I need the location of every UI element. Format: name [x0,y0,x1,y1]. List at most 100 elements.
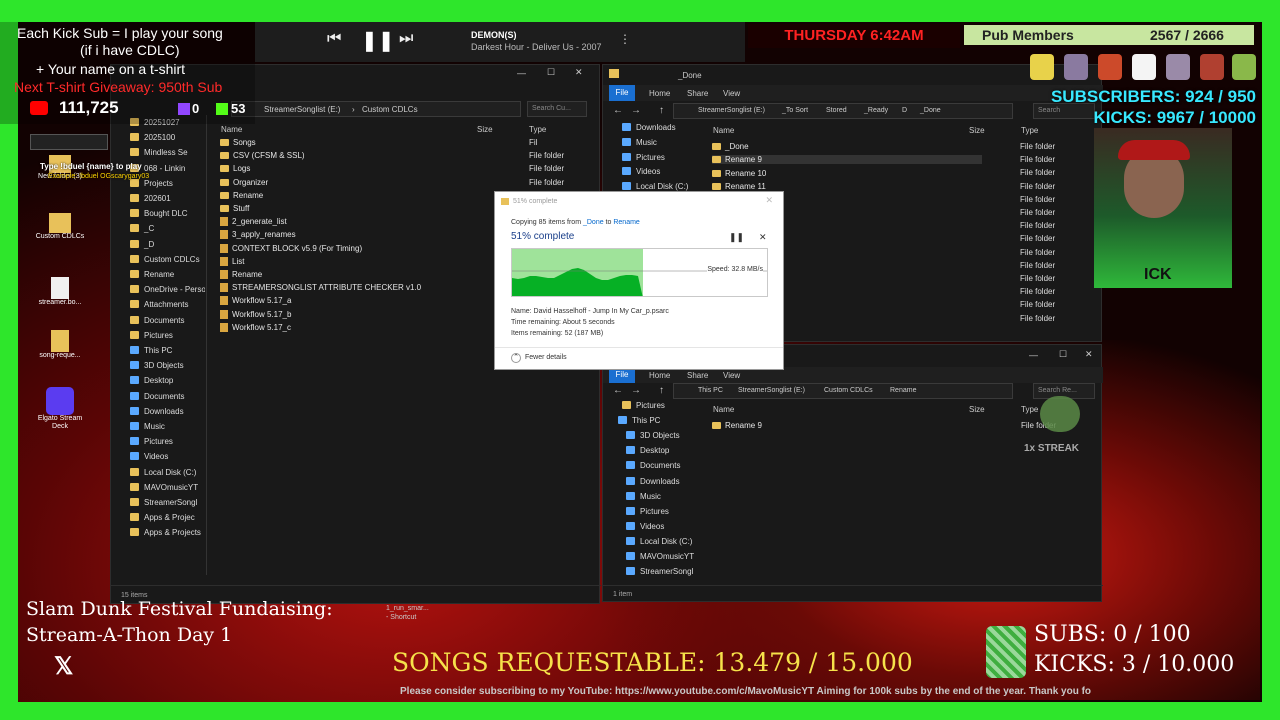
pause-icon[interactable]: ❚❚ [361,28,395,53]
table-row[interactable]: Rename [220,191,263,200]
nav-item[interactable]: Downloads [626,476,680,486]
table-row[interactable]: Songs [220,138,256,147]
nav-item[interactable]: Pictures [622,401,665,410]
ribbon-tab-view[interactable]: View [723,371,740,380]
ribbon-tab-view[interactable]: View [723,89,740,98]
pause-icon[interactable]: ❚❚ [729,232,744,243]
maximize-icon[interactable]: ☐ [1059,349,1067,360]
nav-item[interactable]: MAVOmusicYT [626,552,694,561]
nav-item[interactable]: _C [130,224,154,233]
nav-item[interactable]: Videos [626,521,664,531]
ribbon-tab-file[interactable]: File [609,85,635,101]
breadcrumb-done[interactable]: _Done [920,107,941,114]
table-row[interactable]: Rename 10 [712,169,766,178]
column-header-size[interactable]: Size [969,126,985,135]
nav-item[interactable]: StreamerSongl [130,498,197,507]
breadcrumb-rename[interactable]: Rename [890,387,916,394]
destination-folder-link[interactable]: Rename [613,219,639,226]
table-row[interactable]: STREAMERSONGLIST ATTRIBUTE CHECKER v1.0 [220,283,421,293]
breadcrumb-custom-cdlcs[interactable]: Custom CDLCs [824,387,873,394]
breadcrumb-drive[interactable]: StreamerSonglist (E:) [698,107,765,114]
nav-item[interactable]: _D [130,239,154,249]
nav-item[interactable]: Videos [130,452,168,461]
back-arrow-icon[interactable]: ← [613,385,623,396]
ribbon-tab-home[interactable]: Home [649,371,670,380]
nav-item[interactable]: Apps & Projec [130,513,195,522]
table-row[interactable]: CONTEXT BLOCK v5.9 (For Timing) [220,243,362,253]
table-row[interactable]: Workflow 5.17_a [220,296,291,306]
nav-item[interactable]: Mindless Se [130,148,188,157]
copy-progress-dialog[interactable]: 51% complete ✕ Copying 85 items from _Do… [494,191,784,370]
nav-item[interactable]: Videos [622,167,660,176]
fewer-details-button[interactable]: ⌃ Fewer details [511,353,567,363]
table-row[interactable]: Logs [220,164,250,173]
breadcrumb-to-sort[interactable]: _To Sort [782,107,808,114]
more-options-icon[interactable]: ⋮ [619,32,631,46]
column-header-type[interactable]: Type [1021,405,1038,414]
back-arrow-icon[interactable]: ← [613,105,623,116]
column-header-type[interactable]: Type [1021,126,1038,135]
nav-item[interactable]: Pictures [130,437,173,446]
table-row[interactable]: Workflow 5.17_c [220,322,291,332]
table-row[interactable]: 2_generate_list [220,217,287,227]
nav-item[interactable]: Music [622,137,657,147]
nav-item[interactable]: Attachments [130,300,188,309]
nav-item[interactable]: Downloads [130,406,184,416]
table-row[interactable]: Stuff [220,204,249,213]
nav-item[interactable]: Documents [626,461,680,470]
breadcrumb-this-pc[interactable]: This PC [698,387,723,394]
table-row[interactable]: _Done [712,142,749,151]
dialog-close-icon[interactable]: ✕ [765,195,773,206]
nav-item[interactable]: Pictures [626,506,669,516]
column-header-size[interactable]: Size [969,405,985,414]
nav-item[interactable]: Local Disk (C:) [622,182,688,191]
nav-item[interactable]: 3D Objects [626,431,680,440]
nav-item[interactable]: Downloads [622,123,676,132]
nav-item[interactable]: Desktop [130,376,173,385]
right-bottom-nav-pane[interactable]: Pictures This PC 3D Objects Desktop Document… [618,401,712,591]
breadcrumb-drive[interactable]: StreamerSonglist (E:) [738,387,805,394]
table-row[interactable]: Rename 9 [712,155,982,165]
table-row[interactable]: CSV (CFSM & SSL) [220,151,305,160]
close-icon[interactable]: ✕ [1085,349,1093,360]
table-row[interactable]: Organizer [220,178,268,187]
desktop-icon-song-request[interactable]: song-reque... [30,330,90,359]
nav-item[interactable]: 3D Objects [130,361,184,370]
ribbon-tab-share[interactable]: Share [687,89,708,98]
right-bottom-file-list[interactable]: Rename 9 File folder [712,421,1092,441]
minimize-icon[interactable]: — [1029,350,1038,360]
table-row[interactable]: Rename 9 [712,421,762,430]
column-header-size[interactable]: Size [477,125,493,134]
ribbon-tab-home[interactable]: Home [649,89,670,98]
desktop-icon-stream-deck[interactable]: Elgato Stream Deck [30,387,90,431]
nav-item[interactable]: Documents [130,315,184,325]
source-folder-link[interactable]: _Done [583,219,604,226]
nav-item[interactable]: 202601 [130,194,171,203]
nav-item[interactable]: This PC [618,416,660,425]
nav-item[interactable]: Documents [130,391,184,401]
nav-item[interactable]: Local Disk (C:) [130,467,196,477]
breadcrumb-stored[interactable]: Stored [826,107,847,114]
breadcrumb-d[interactable]: D [902,107,907,114]
left-nav-pane[interactable]: 20251027 2025100 Mindless Se 068 - Linkin Pr… [110,118,205,588]
table-row[interactable]: Rename [220,270,262,279]
nav-item[interactable]: Apps & Projects [130,528,201,537]
column-header-name[interactable]: Name [713,126,734,135]
ribbon-tab-share[interactable]: Share [687,371,708,380]
nav-item[interactable]: Local Disk (C:) [626,536,692,546]
cancel-icon[interactable]: ✕ [759,232,767,243]
nav-item[interactable]: Desktop [626,446,669,455]
nav-item[interactable]: 2025100 [130,133,175,142]
table-row[interactable]: Rename 11 [712,182,766,191]
breadcrumb-folder[interactable]: Custom CDLCs [362,105,418,114]
nav-item[interactable]: MAVOmusicYT [130,482,198,492]
forward-arrow-icon[interactable]: → [631,105,641,116]
nav-item[interactable]: Music [626,491,661,501]
up-arrow-icon[interactable]: ↑ [659,385,664,396]
forward-arrow-icon[interactable]: → [631,385,641,396]
column-header-type[interactable]: Type [529,125,546,134]
minimize-icon[interactable]: — [517,68,526,78]
desktop-icon-custom-cdlcs[interactable]: Custom CDLCs [30,213,90,240]
table-row[interactable]: 3_apply_renames [220,230,296,240]
column-header-name[interactable]: Name [713,405,734,414]
